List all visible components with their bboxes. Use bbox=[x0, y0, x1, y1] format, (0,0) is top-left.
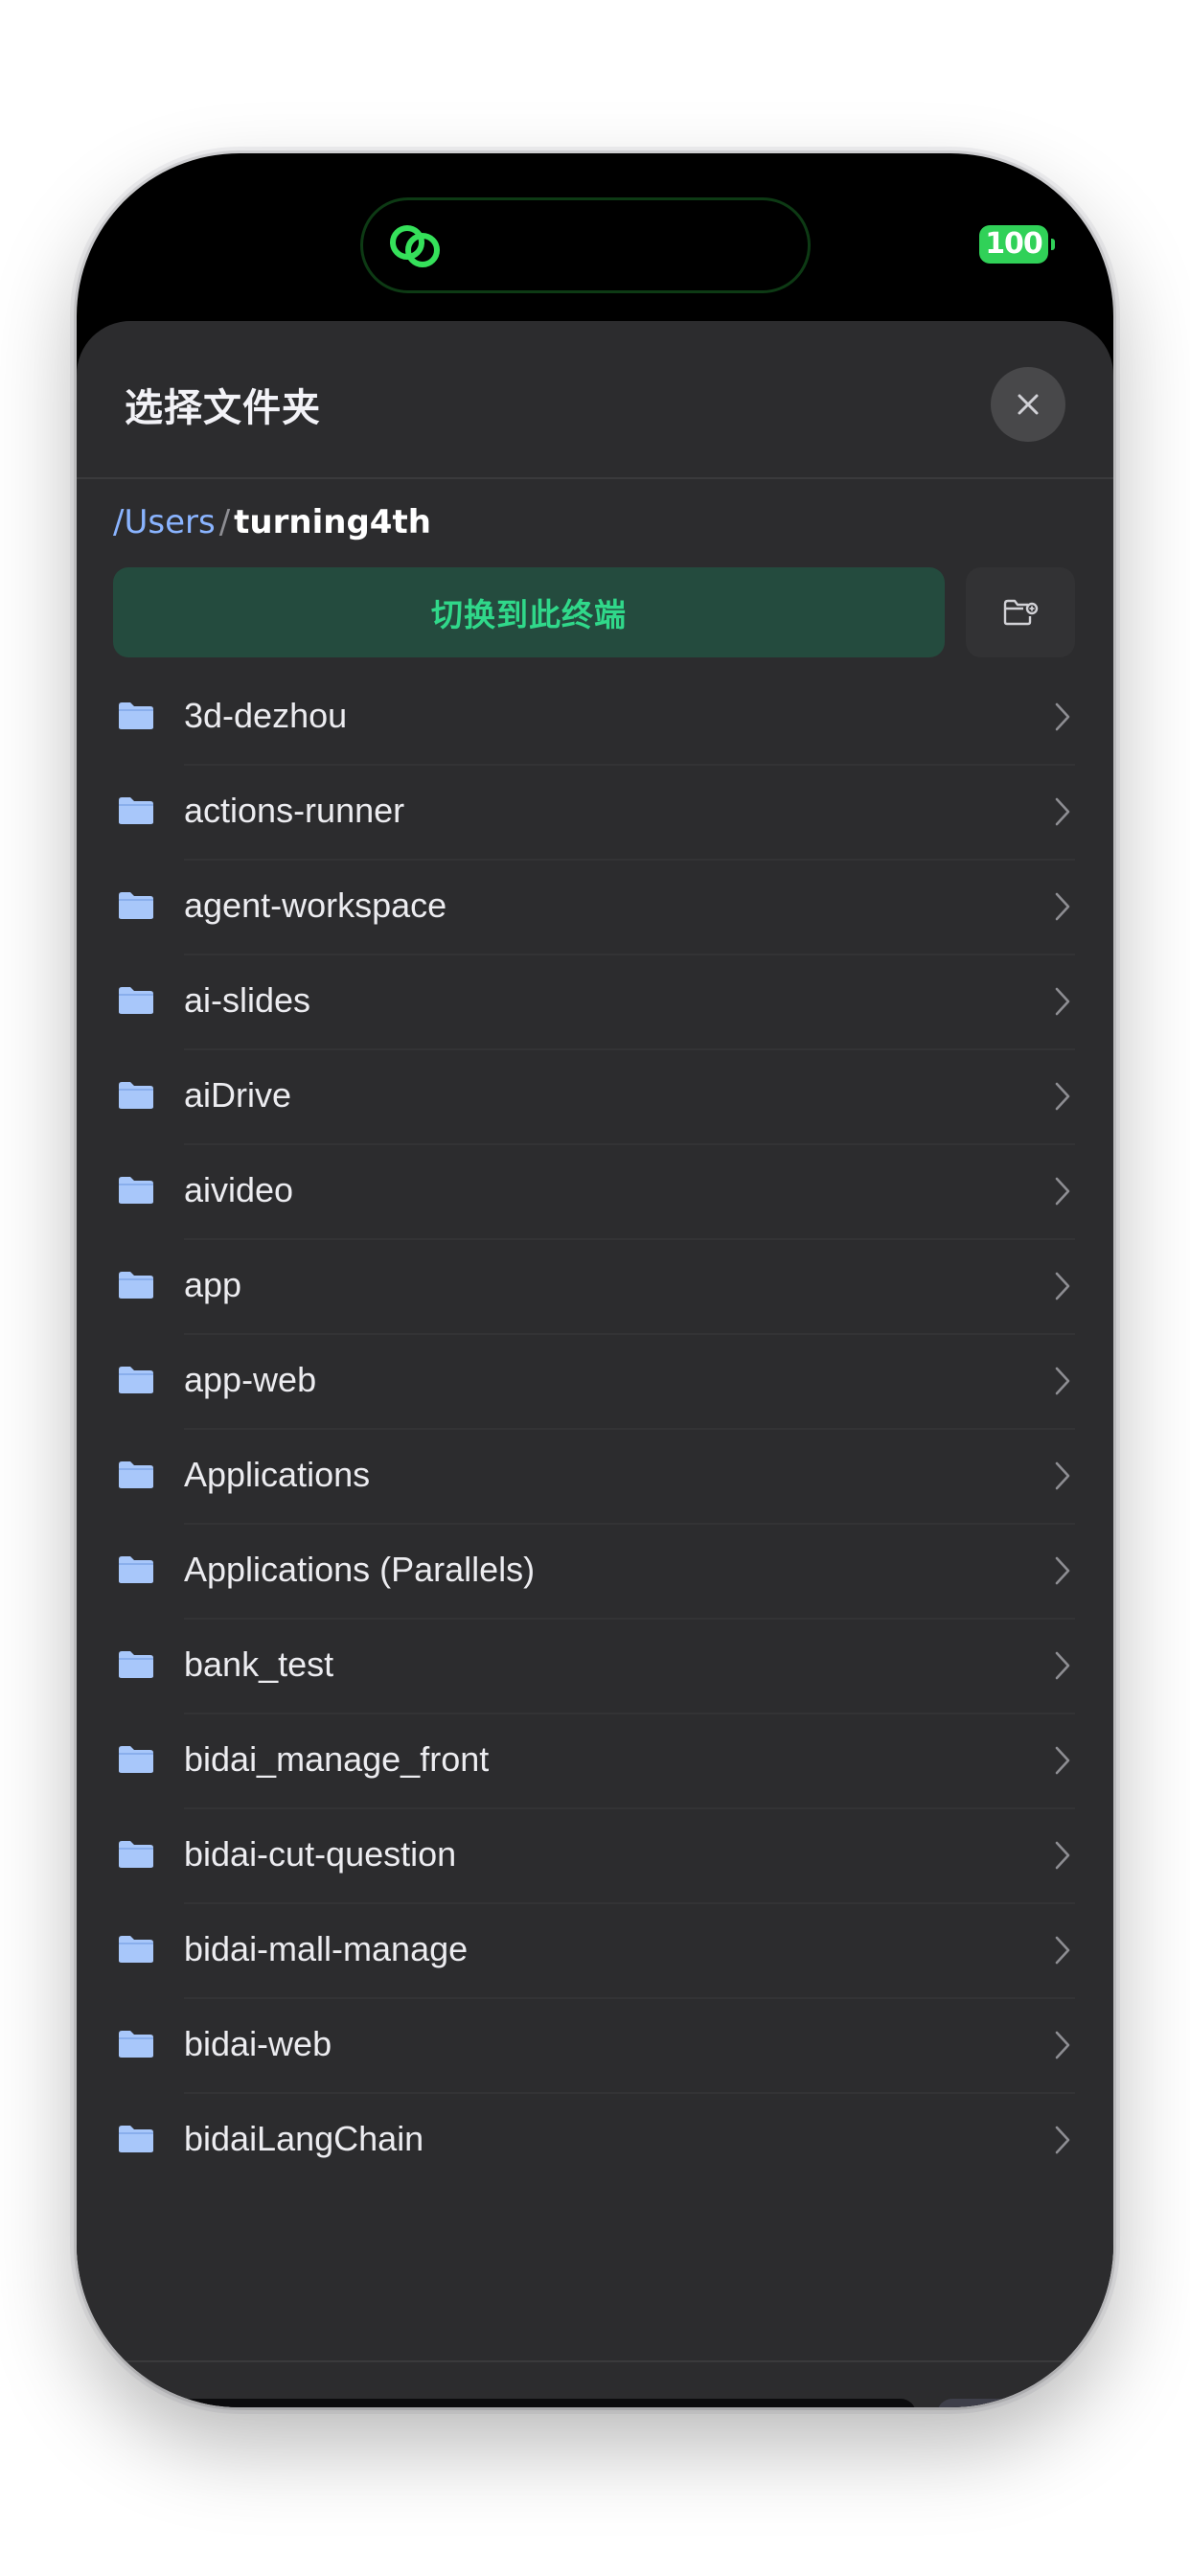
close-button[interactable] bbox=[991, 367, 1065, 442]
chevron-right-icon bbox=[1055, 1177, 1070, 1206]
battery-level: 100 bbox=[985, 227, 1043, 261]
folder-icon bbox=[119, 1936, 153, 1963]
folder-name: ai-slides bbox=[184, 980, 311, 1020]
breadcrumb-current: turning4th bbox=[234, 503, 431, 541]
chevron-right-icon bbox=[1055, 1746, 1070, 1775]
folder-row[interactable]: app-web bbox=[113, 1335, 1075, 1430]
folder-icon bbox=[119, 1461, 153, 1488]
chevron-right-icon bbox=[1055, 1082, 1070, 1111]
breadcrumb-users[interactable]: Users bbox=[124, 503, 215, 541]
folder-icon bbox=[119, 1651, 153, 1678]
folder-name: app bbox=[184, 1265, 242, 1304]
folder-icon bbox=[119, 1367, 153, 1393]
folder-icon bbox=[119, 1746, 153, 1773]
folder-name: bidai_manage_front bbox=[184, 1739, 490, 1779]
folder-row[interactable]: 3d-dezhou bbox=[113, 671, 1075, 766]
folder-icon bbox=[119, 1082, 153, 1109]
folder-row[interactable]: Applications (Parallels) bbox=[113, 1525, 1075, 1620]
folder-picker-sheet: 选择文件夹 /Users / turning4th 切换到此终端 3d-dezhou… bbox=[77, 321, 1113, 2407]
breadcrumb-separator: / bbox=[218, 503, 231, 541]
folder-row[interactable]: bidai-mall-manage bbox=[113, 1904, 1075, 1999]
folder-name: Applications (Parallels) bbox=[184, 1550, 536, 1589]
breadcrumb: /Users / turning4th bbox=[113, 503, 431, 541]
folder-row[interactable]: ai-slides bbox=[113, 955, 1075, 1050]
folder-row[interactable]: bank_test bbox=[113, 1620, 1075, 1714]
folder-icon bbox=[119, 797, 153, 824]
folder-add-icon bbox=[1003, 599, 1039, 626]
folder-name: bidai-mall-manage bbox=[184, 1929, 469, 1968]
folder-name: bidai-web bbox=[184, 2024, 332, 2063]
folder-row[interactable]: bidai-cut-question bbox=[113, 1809, 1075, 1904]
switch-terminal-label: 切换到此终端 bbox=[431, 596, 627, 633]
folder-name: Applications bbox=[184, 1455, 371, 1494]
open-button[interactable]: 打开 bbox=[937, 2399, 1075, 2407]
chevron-right-icon bbox=[1055, 797, 1070, 826]
folder-name: app-web bbox=[184, 1360, 317, 1399]
folder-row[interactable]: aiDrive bbox=[113, 1050, 1075, 1145]
folder-name: aiDrive bbox=[184, 1075, 292, 1115]
folder-name: bank_test bbox=[184, 1644, 334, 1684]
folder-row[interactable]: aivideo bbox=[113, 1145, 1075, 1240]
new-folder-button[interactable] bbox=[966, 567, 1075, 657]
link-rings-icon bbox=[390, 225, 440, 267]
folder-icon bbox=[119, 1272, 153, 1299]
folder-icon bbox=[119, 1556, 153, 1583]
battery-indicator: 100 bbox=[979, 225, 1055, 264]
folder-icon bbox=[119, 892, 153, 919]
chevron-right-icon bbox=[1055, 2031, 1070, 2059]
chevron-right-icon bbox=[1055, 702, 1070, 731]
chevron-right-icon bbox=[1055, 1272, 1070, 1300]
path-input[interactable] bbox=[113, 2399, 916, 2407]
header-divider bbox=[77, 477, 1113, 479]
folder-icon bbox=[119, 2031, 153, 2058]
chevron-right-icon bbox=[1055, 2126, 1070, 2154]
phone-frame: 100 选择文件夹 /Users / turning4th 切换到此终端 3d-d bbox=[77, 153, 1113, 2407]
folder-icon bbox=[119, 702, 153, 729]
folder-row[interactable]: bidai_manage_front bbox=[113, 1714, 1075, 1809]
folder-row[interactable]: actions-runner bbox=[113, 766, 1075, 861]
folder-row[interactable]: app bbox=[113, 1240, 1075, 1335]
chevron-right-icon bbox=[1055, 1651, 1070, 1680]
folder-name: bidai-cut-question bbox=[184, 1834, 457, 1874]
folder-name: bidaiLangChain bbox=[184, 2119, 424, 2158]
chevron-right-icon bbox=[1055, 1556, 1070, 1585]
sheet-title: 选择文件夹 bbox=[125, 386, 321, 430]
chevron-right-icon bbox=[1055, 1461, 1070, 1490]
folder-icon bbox=[119, 2126, 153, 2152]
folder-row[interactable]: agent-workspace bbox=[113, 861, 1075, 955]
folder-name: agent-workspace bbox=[184, 886, 447, 925]
folder-row[interactable]: bidaiLangChain bbox=[113, 2094, 1075, 2189]
folder-name: actions-runner bbox=[184, 791, 405, 830]
folder-icon bbox=[119, 1841, 153, 1868]
folder-icon bbox=[119, 1177, 153, 1204]
chevron-right-icon bbox=[1055, 1841, 1070, 1870]
chevron-right-icon bbox=[1055, 1936, 1070, 1965]
chevron-right-icon bbox=[1055, 1367, 1070, 1395]
chevron-right-icon bbox=[1055, 987, 1070, 1016]
footer-divider bbox=[77, 2360, 1113, 2362]
folder-row[interactable]: Applications bbox=[113, 1430, 1075, 1525]
breadcrumb-root[interactable]: / bbox=[113, 503, 124, 541]
folder-name: 3d-dezhou bbox=[184, 696, 348, 735]
folder-list: 3d-dezhou actions-runner agent-workspace ai… bbox=[77, 671, 1113, 2305]
dynamic-island bbox=[360, 197, 811, 293]
chevron-right-icon bbox=[1055, 892, 1070, 921]
folder-name: aivideo bbox=[184, 1170, 294, 1209]
switch-terminal-button[interactable]: 切换到此终端 bbox=[113, 567, 945, 657]
folder-icon bbox=[119, 987, 153, 1014]
folder-row[interactable]: bidai-web bbox=[113, 1999, 1075, 2094]
close-icon bbox=[1018, 394, 1039, 415]
